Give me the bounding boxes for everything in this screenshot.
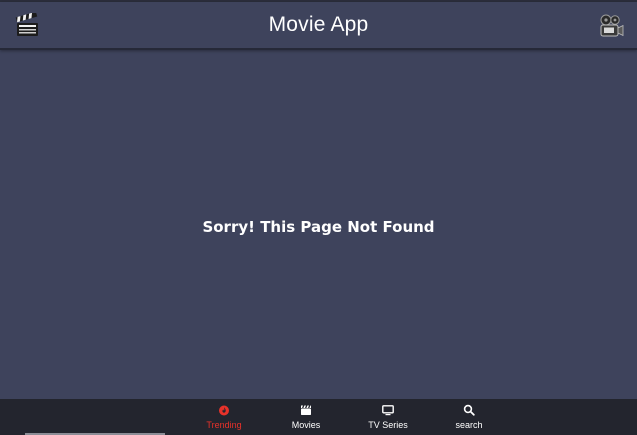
main-content: Sorry! This Page Not Found bbox=[0, 50, 637, 399]
nav-label-trending: Trending bbox=[206, 420, 242, 430]
app-title: Movie App bbox=[268, 13, 369, 36]
clapperboard-icon bbox=[301, 405, 311, 415]
nav-label-search: search bbox=[455, 420, 483, 430]
nav-item-movies[interactable]: Movies bbox=[266, 402, 346, 434]
nav-label-movies: Movies bbox=[291, 420, 321, 430]
nav-item-trending[interactable]: Trending bbox=[184, 402, 264, 434]
nav-item-tv-series[interactable]: TV Series bbox=[348, 402, 428, 434]
search-icon bbox=[463, 404, 475, 416]
nav-item-search[interactable]: search bbox=[429, 402, 509, 434]
not-found-message: Sorry! This Page Not Found bbox=[202, 218, 435, 236]
bottom-navigation: Trending Movies TV Series search bbox=[0, 399, 637, 435]
fire-icon bbox=[219, 405, 229, 416]
movie-camera-icon[interactable] bbox=[598, 13, 624, 39]
app-header: Movie App bbox=[0, 2, 637, 50]
nav-label-tv-series: TV Series bbox=[368, 420, 408, 430]
tv-icon bbox=[382, 405, 394, 416]
